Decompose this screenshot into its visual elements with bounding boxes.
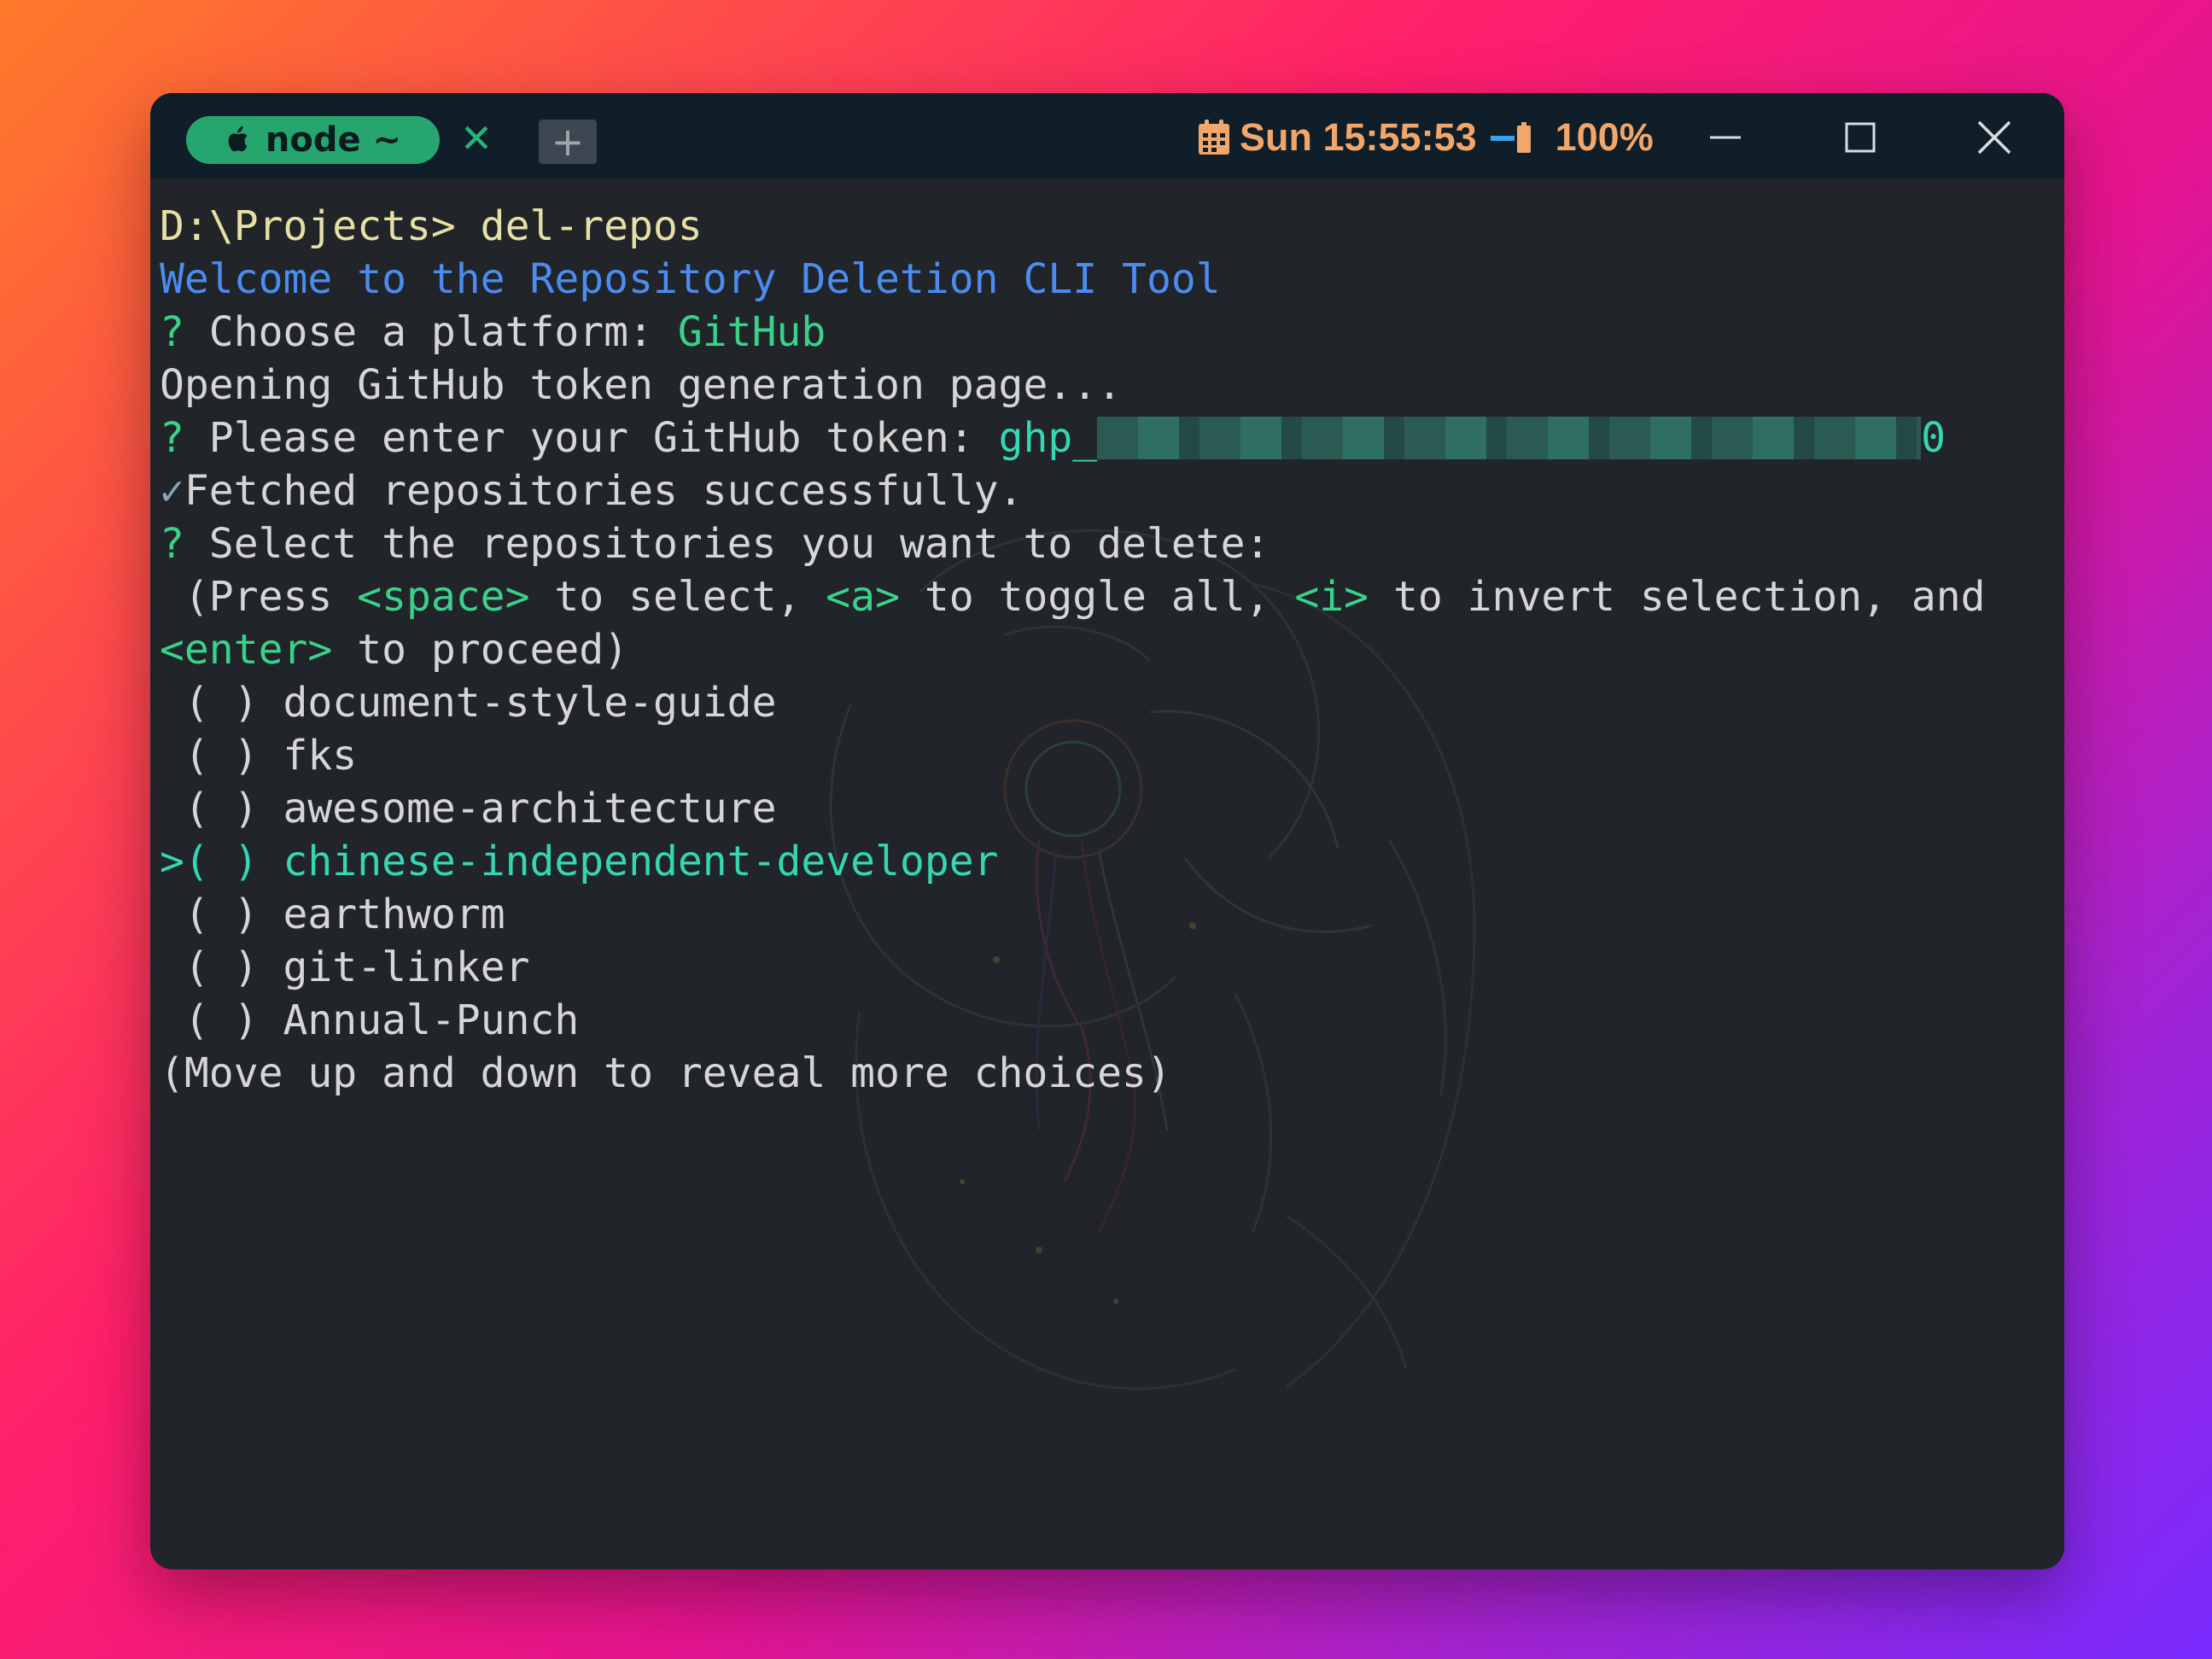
background-artwork bbox=[829, 529, 1476, 1390]
calendar-icon bbox=[1199, 120, 1229, 155]
repo-option[interactable]: ( ) awesome-architecture bbox=[160, 782, 777, 835]
hint-text: to toggle all, bbox=[899, 573, 1295, 621]
welcome-line: Welcome to the Repository Deletion CLI T… bbox=[160, 255, 1221, 303]
battery-icon bbox=[1490, 122, 1531, 153]
checkbox: ( ) bbox=[160, 943, 283, 991]
repo-option[interactable]: ( ) git-linker bbox=[160, 941, 530, 994]
platform-line: ? Choose a platform: GitHub bbox=[160, 306, 826, 359]
repo-name: git-linker bbox=[283, 943, 530, 991]
enter-key: <enter> bbox=[160, 626, 333, 674]
minimize-button[interactable] bbox=[1691, 112, 1760, 163]
token-line: ? Please enter your GitHub token: ghp_ 0 bbox=[160, 412, 1946, 464]
status-area: Sun 15:55:53 100% bbox=[1197, 114, 1654, 161]
hint-line-2: <enter> to proceed) bbox=[160, 623, 628, 676]
check-icon: ✓ bbox=[160, 467, 184, 515]
repo-option[interactable]: ( ) Annual-Punch bbox=[160, 994, 579, 1047]
a-key: <a> bbox=[826, 573, 900, 621]
close-button[interactable] bbox=[1960, 112, 2028, 163]
repo-option[interactable]: ( ) document-style-guide bbox=[160, 676, 777, 729]
hint-text: to proceed) bbox=[332, 626, 629, 674]
token-prefix: ghp_ bbox=[998, 414, 1098, 462]
clock-text: Sun 15:55:53 bbox=[1240, 115, 1477, 159]
fetched-text: Fetched repositories successfully. bbox=[184, 467, 1024, 515]
token-redaction bbox=[1097, 417, 1922, 459]
token-question: Please enter your GitHub token: bbox=[184, 414, 999, 462]
repo-option-active[interactable]: >( ) chinese-independent-developer bbox=[160, 835, 999, 888]
apple-icon bbox=[228, 126, 248, 152]
terminal-window: node ~ ✕ + Sun 15:55:53 100% D:\Projects… bbox=[150, 93, 2064, 1569]
platform-answer: GitHub bbox=[677, 308, 826, 356]
terminal-output[interactable]: D:\Projects> del-repos Welcome to the Re… bbox=[160, 200, 2055, 1557]
repo-option[interactable]: ( ) fks bbox=[160, 729, 357, 782]
hint-line-1: (Press <space> to select, <a> to toggle … bbox=[160, 570, 1986, 623]
checkbox: ( ) bbox=[160, 679, 283, 727]
repo-name: fks bbox=[283, 732, 358, 780]
prompt-path: D:\Projects> bbox=[160, 202, 456, 250]
repo-name: awesome-architecture bbox=[283, 785, 777, 832]
maximize-button[interactable] bbox=[1826, 112, 1894, 163]
tab-close-icon[interactable]: ✕ bbox=[458, 117, 495, 160]
checkbox: ( ) bbox=[160, 732, 283, 780]
more-choices-line: (Move up and down to reveal more choices… bbox=[160, 1049, 1171, 1097]
command-text: del-repos bbox=[455, 202, 703, 250]
repo-name: document-style-guide bbox=[283, 679, 777, 727]
checkbox: ( ) bbox=[160, 996, 283, 1044]
checkbox: >( ) bbox=[160, 838, 283, 885]
minimize-icon bbox=[1710, 136, 1741, 139]
repo-option[interactable]: ( ) earthworm bbox=[160, 888, 505, 941]
question-mark: ? bbox=[160, 520, 184, 568]
platform-question: Choose a platform: bbox=[184, 308, 678, 356]
tab-node[interactable]: node ~ bbox=[186, 116, 440, 164]
prompt-line: D:\Projects> del-repos bbox=[160, 200, 703, 253]
hint-text: (Press bbox=[160, 573, 358, 621]
repo-name: earthworm bbox=[283, 891, 505, 938]
hint-text: to select, bbox=[529, 573, 826, 621]
token-suffix: 0 bbox=[1921, 414, 1946, 462]
select-line: ? Select the repositories you want to de… bbox=[160, 517, 1269, 570]
title-bar: node ~ ✕ + Sun 15:55:53 100% bbox=[150, 93, 2064, 178]
question-mark: ? bbox=[160, 414, 184, 462]
maximize-icon bbox=[1845, 122, 1876, 153]
select-question: Select the repositories you want to dele… bbox=[184, 520, 1270, 568]
question-mark: ? bbox=[160, 308, 184, 356]
battery-percent: 100% bbox=[1555, 115, 1654, 159]
opening-line: Opening GitHub token generation page... bbox=[160, 361, 1123, 409]
checkbox: ( ) bbox=[160, 785, 283, 832]
tab-label: node ~ bbox=[265, 120, 402, 160]
repo-name: Annual-Punch bbox=[283, 996, 580, 1044]
fetched-line: ✓Fetched repositories successfully. bbox=[160, 464, 1023, 517]
i-key: <i> bbox=[1294, 573, 1369, 621]
space-key: <space> bbox=[357, 573, 530, 621]
hint-text: to invert selection, and bbox=[1369, 573, 1986, 621]
new-tab-button[interactable]: + bbox=[539, 120, 597, 164]
checkbox: ( ) bbox=[160, 891, 283, 938]
repo-name: chinese-independent-developer bbox=[283, 838, 999, 885]
close-icon bbox=[1977, 120, 2011, 155]
